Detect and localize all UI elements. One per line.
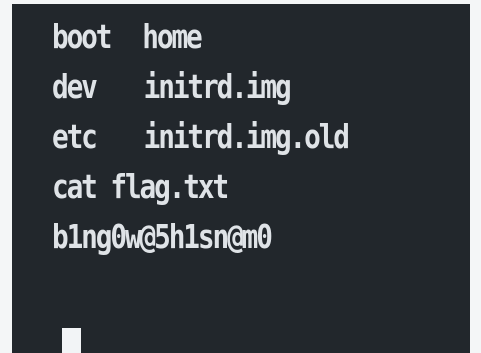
- dir-entry-initrd-img: initrd.img: [143, 67, 292, 106]
- command-text: cat flag.txt: [52, 167, 229, 206]
- terminal-output-line: b1ng0w@5h1sn@m0: [52, 212, 348, 262]
- terminal-output: boot home dev initrd.img etc initrd.img.old…: [52, 12, 404, 262]
- dir-entry-dev: dev: [52, 67, 98, 106]
- dir-entry-initrd-img-old: initrd.img.old: [143, 117, 350, 156]
- screenshot-frame: boot home dev initrd.img etc initrd.img.old…: [0, 0, 481, 353]
- dir-entry-etc: etc: [52, 117, 98, 156]
- terminal-command-line: cat flag.txt: [52, 162, 348, 212]
- terminal-line: etc initrd.img.old: [52, 112, 350, 162]
- terminal-line: boot home: [52, 12, 348, 62]
- terminal-window[interactable]: boot home dev initrd.img etc initrd.img.old…: [12, 4, 470, 353]
- flag-output: b1ng0w@5h1sn@m0: [52, 217, 273, 256]
- terminal-cursor: [62, 328, 81, 353]
- dir-entry-boot: boot: [52, 17, 112, 56]
- dir-entry-home: home: [142, 17, 202, 56]
- terminal-line: dev initrd.img: [52, 62, 348, 112]
